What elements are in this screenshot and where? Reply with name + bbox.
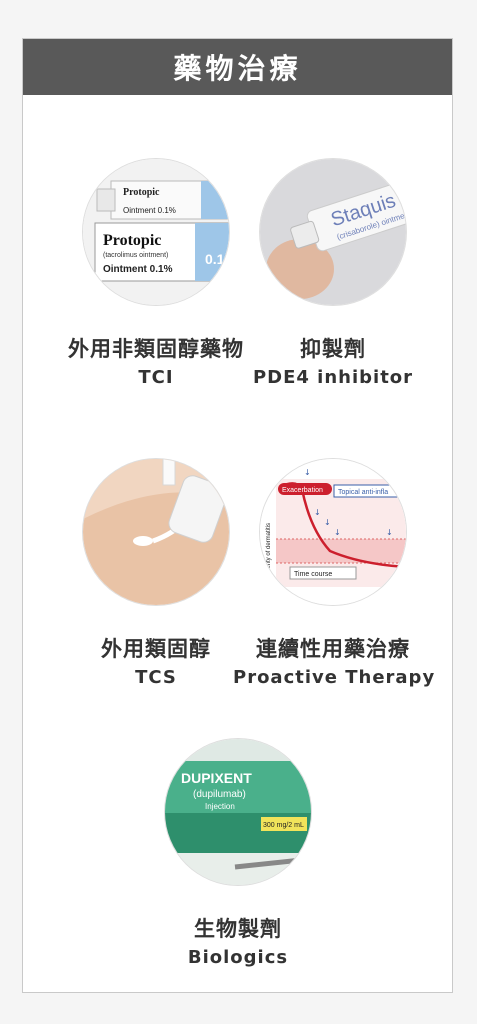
item-biologics: DUPIXENT (dupilumab) Injection 300 mg/2 … [138, 739, 338, 968]
item-subtitle: Proactive Therapy [233, 667, 436, 688]
item-title: 生物製劑 [194, 917, 282, 941]
item-subtitle: PDE4 inhibitor [252, 367, 414, 388]
svg-text:↓: ↓ [304, 468, 311, 477]
item-tcs: 外用類固醇 TCS [56, 459, 256, 688]
item-subtitle: TCS [135, 667, 177, 688]
x-axis-text: Time course [294, 571, 332, 578]
svg-text:↓: ↓ [386, 528, 393, 537]
dupixent-image: DUPIXENT (dupilumab) Injection 300 mg/2 … [165, 739, 311, 885]
svg-text:↓: ↓ [334, 528, 341, 537]
item-title: 外用類固醇 [101, 637, 211, 661]
dupixent-generic-text: (dupilumab) [193, 789, 246, 800]
svg-text:↓: ↓ [324, 518, 331, 527]
svg-text:↓: ↓ [314, 508, 321, 517]
protopic-image: Protopic Ointment 0.1% Protopic (tacroli… [83, 159, 229, 305]
page-title: 藥物治療 [23, 39, 452, 95]
proactive-chart-image: Exacerbation Topical anti-infla Severity… [260, 459, 406, 605]
svg-text:Ointment 0.1%: Ointment 0.1% [123, 206, 176, 215]
dupixent-dose-text: 300 mg/2 mL [263, 822, 304, 829]
medication-card: 藥物治療 Protopic Ointment 0.1% Protopic (ta… [22, 38, 453, 993]
item-title: 外用非類固醇藥物 [68, 337, 244, 361]
cream-application-image [83, 459, 229, 605]
item-tci: Protopic Ointment 0.1% Protopic (tacroli… [56, 159, 256, 388]
dupixent-brand-text: DUPIXENT [181, 770, 252, 786]
item-proactive: Exacerbation Topical anti-infla Severity… [233, 459, 436, 688]
item-pde4: Staquis (crisaborole) ointment 抑製劑 PDE4 … [233, 159, 433, 388]
tube-brand-text: Protopic [123, 187, 160, 198]
box-brand-text: Protopic [103, 232, 161, 249]
box-badge-text: 0.1% [205, 251, 229, 267]
item-subtitle: TCI [138, 367, 174, 388]
item-title: 抑製劑 [300, 337, 366, 361]
box-strength-text: Ointment 0.1% [103, 264, 173, 275]
dupixent-form-text: Injection [205, 802, 235, 811]
exacerbation-tag: Exacerbation [282, 487, 323, 494]
item-title: 連續性用藥治療 [256, 637, 410, 661]
staquis-image: Staquis (crisaborole) ointment [260, 159, 406, 305]
y-axis-text: Severity of dermatitis [266, 523, 272, 579]
item-subtitle: Biologics [187, 947, 289, 968]
box-generic-text: (tacrolimus ointment) [103, 252, 168, 259]
legend-text: Topical anti-infla [338, 489, 388, 496]
